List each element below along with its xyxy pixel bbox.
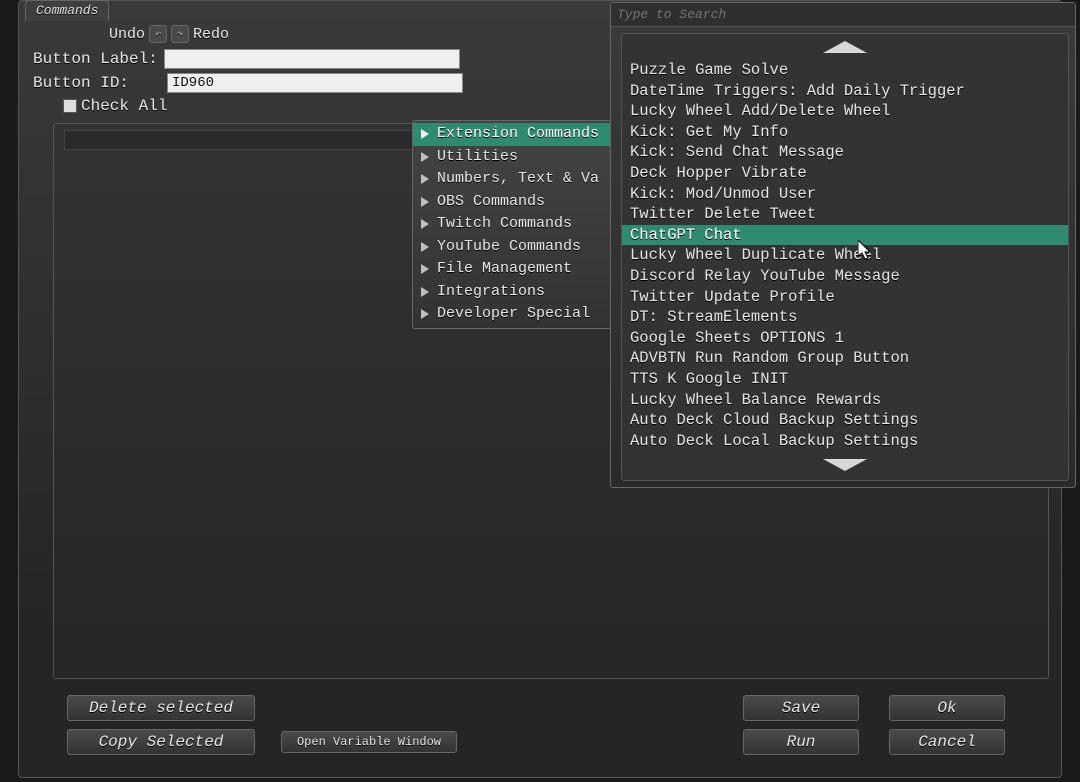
search-result-item[interactable]: Puzzle Game Solve — [622, 60, 1068, 81]
category-menu-label: Twitch Commands — [437, 214, 572, 235]
category-menu-item[interactable]: File Management — [413, 258, 621, 281]
category-menu-item[interactable]: YouTube Commands — [413, 236, 621, 259]
button-id-input[interactable] — [167, 73, 463, 93]
chevron-right-icon — [421, 197, 429, 207]
check-all-row[interactable]: Check All — [63, 97, 167, 115]
scroll-down-button[interactable] — [622, 452, 1068, 478]
chevron-down-icon — [823, 459, 867, 471]
delete-selected-button[interactable]: Delete selected — [67, 695, 255, 721]
chevron-up-icon — [823, 41, 867, 53]
category-menu-label: Utilities — [437, 147, 518, 168]
category-context-menu[interactable]: Extension CommandsUtilitiesNumbers, Text… — [412, 120, 622, 329]
ok-button[interactable]: Ok — [889, 695, 1005, 721]
search-results-wrap: Puzzle Game SolveDateTime Triggers: Add … — [621, 33, 1069, 481]
chevron-right-icon — [421, 219, 429, 229]
category-menu-item[interactable]: Integrations — [413, 281, 621, 304]
search-result-item[interactable]: Deck Hopper Vibrate — [622, 163, 1068, 184]
open-variable-window-button[interactable]: Open Variable Window — [281, 731, 457, 753]
undo-label[interactable]: Undo — [109, 26, 145, 43]
category-menu-label: Extension Commands — [437, 124, 599, 145]
category-menu-label: YouTube Commands — [437, 237, 581, 258]
commands-tab[interactable]: Commands — [25, 0, 109, 21]
search-result-item[interactable]: Kick: Get My Info — [622, 122, 1068, 143]
search-result-item[interactable]: Twitter Update Profile — [622, 287, 1068, 308]
category-menu-label: Developer Special — [437, 304, 590, 325]
cancel-button[interactable]: Cancel — [889, 729, 1005, 755]
search-result-item[interactable]: Auto Deck Local Backup Settings — [622, 431, 1068, 452]
search-result-item[interactable]: Lucky Wheel Duplicate Wheel — [622, 245, 1068, 266]
button-id-row: Button ID: — [33, 73, 463, 93]
chevron-right-icon — [421, 129, 429, 139]
search-result-item[interactable]: Google Sheets OPTIONS 1 — [622, 328, 1068, 349]
save-button[interactable]: Save — [743, 695, 859, 721]
copy-selected-button[interactable]: Copy Selected — [67, 729, 255, 755]
chevron-right-icon — [421, 309, 429, 319]
search-result-item[interactable]: ADVBTN Run Random Group Button — [622, 348, 1068, 369]
chevron-right-icon — [421, 242, 429, 252]
search-result-item[interactable]: DateTime Triggers: Add Daily Trigger — [622, 81, 1068, 102]
category-menu-item[interactable]: Numbers, Text & Va — [413, 168, 621, 191]
search-results-list[interactable]: Puzzle Game SolveDateTime Triggers: Add … — [622, 60, 1068, 452]
search-result-item[interactable]: Lucky Wheel Add/Delete Wheel — [622, 101, 1068, 122]
button-label-text: Button Label: — [33, 50, 158, 68]
chevron-right-icon — [421, 174, 429, 184]
chevron-right-icon — [421, 152, 429, 162]
redo-icon[interactable]: ↷ — [171, 25, 189, 43]
category-menu-label: Integrations — [437, 282, 545, 303]
button-id-text: Button ID: — [33, 74, 161, 92]
search-result-item[interactable]: TTS K Google INIT — [622, 369, 1068, 390]
category-menu-item[interactable]: Twitch Commands — [413, 213, 621, 236]
search-result-item[interactable]: Twitter Delete Tweet — [622, 204, 1068, 225]
check-all-checkbox[interactable] — [63, 99, 77, 113]
category-menu-label: File Management — [437, 259, 572, 280]
search-result-item[interactable]: ChatGPT Chat — [622, 225, 1068, 246]
search-result-item[interactable]: DT: StreamElements — [622, 307, 1068, 328]
chevron-right-icon — [421, 264, 429, 274]
undo-icon[interactable]: ↶ — [149, 25, 167, 43]
check-all-label: Check All — [81, 97, 167, 115]
scroll-up-button[interactable] — [622, 34, 1068, 60]
search-result-item[interactable]: Kick: Send Chat Message — [622, 142, 1068, 163]
category-menu-item[interactable]: Extension Commands — [413, 123, 621, 146]
run-button[interactable]: Run — [743, 729, 859, 755]
search-result-item[interactable]: Auto Deck Cloud Backup Settings — [622, 410, 1068, 431]
search-result-item[interactable]: Discord Relay YouTube Message — [622, 266, 1068, 287]
search-result-item[interactable]: Lucky Wheel Balance Rewards — [622, 390, 1068, 411]
category-menu-item[interactable]: Developer Special — [413, 303, 621, 326]
button-label-row: Button Label: — [33, 49, 460, 69]
category-menu-label: OBS Commands — [437, 192, 545, 213]
undo-redo-toolbar: Undo ↶ ↷ Redo — [109, 25, 229, 43]
chevron-right-icon — [421, 287, 429, 297]
category-menu-item[interactable]: Utilities — [413, 146, 621, 169]
search-result-item[interactable]: Kick: Mod/Unmod User — [622, 184, 1068, 205]
search-input[interactable] — [611, 3, 1075, 27]
command-search-panel: Puzzle Game SolveDateTime Triggers: Add … — [610, 2, 1076, 488]
button-label-input[interactable] — [164, 49, 460, 69]
redo-label[interactable]: Redo — [193, 26, 229, 43]
category-menu-item[interactable]: OBS Commands — [413, 191, 621, 214]
category-menu-label: Numbers, Text & Va — [437, 169, 599, 190]
